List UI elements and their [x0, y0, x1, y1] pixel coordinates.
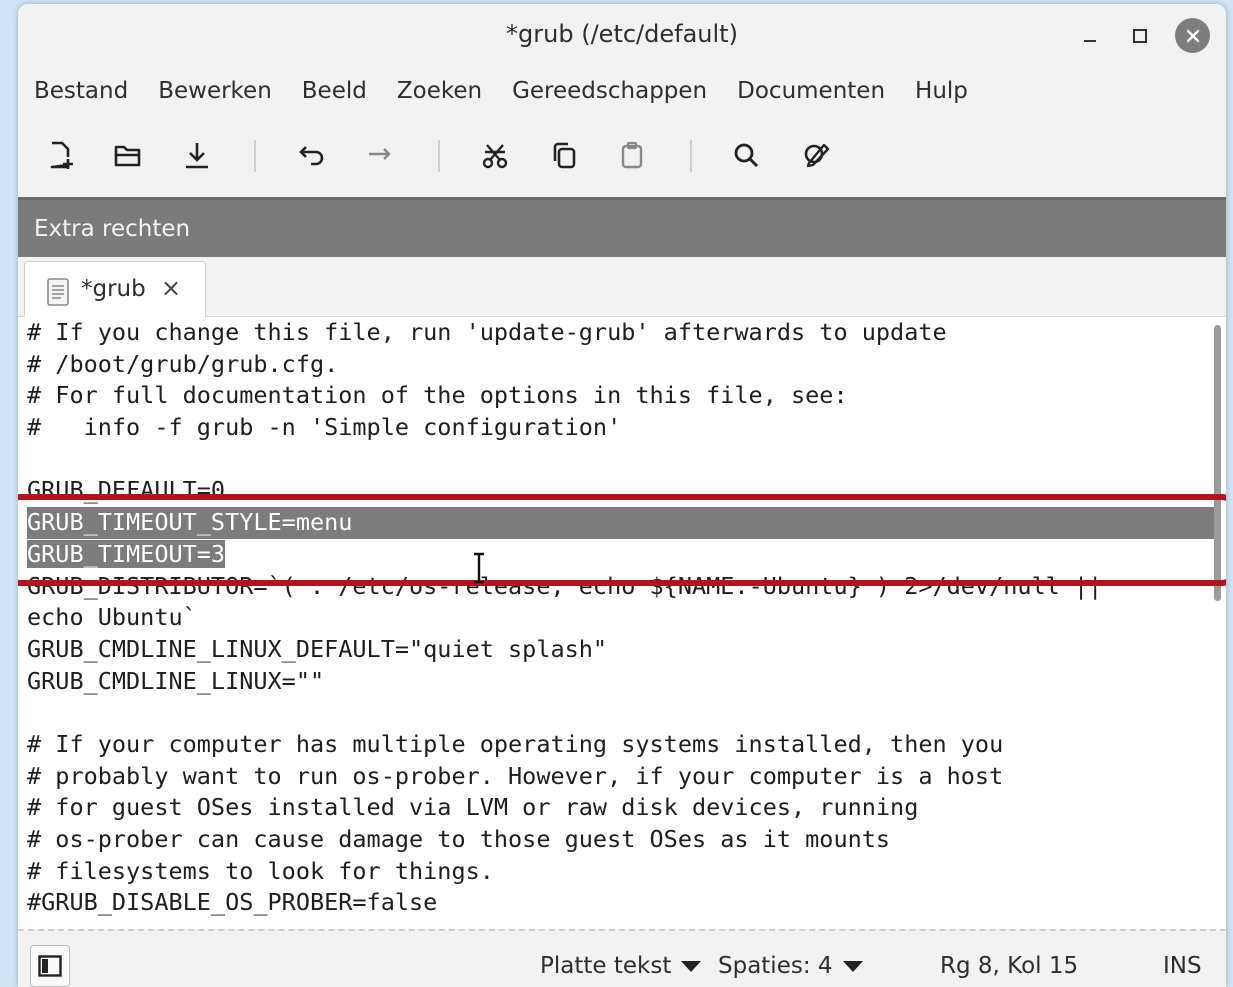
cut-icon: [482, 144, 508, 169]
minimize-button[interactable]: [1072, 18, 1108, 54]
document-icon: [47, 278, 69, 306]
cut-button[interactable]: [473, 132, 517, 178]
tab-strip: *grub ×: [18, 257, 1226, 318]
chevron-down-icon: [681, 961, 702, 972]
toolbar: [18, 132, 1226, 184]
paste-button[interactable]: [610, 132, 654, 178]
code-line: # If you change this file, run 'update-g…: [27, 318, 947, 346]
text-editor-area[interactable]: # If you change this file, run 'update-g…: [18, 317, 1226, 929]
toolbar-separator: [690, 140, 692, 172]
redo-button[interactable]: [358, 132, 402, 178]
save-button[interactable]: [175, 132, 219, 178]
replace-icon: [804, 143, 830, 168]
copy-button[interactable]: [542, 132, 586, 178]
side-panel-toggle-button[interactable]: [30, 945, 70, 987]
replace-button[interactable]: [794, 132, 838, 178]
code-content: # If you change this file, run 'update-g…: [27, 317, 1219, 919]
header-bar: *grub (/etc/default) Bestand Bewerken Be…: [18, 4, 1226, 200]
cursor-position[interactable]: Rg 8, Kol 15: [940, 953, 1078, 979]
maximize-button[interactable]: [1122, 18, 1158, 54]
insert-mode: INS: [1163, 953, 1202, 979]
menu-beeld[interactable]: Beeld: [302, 74, 367, 110]
close-icon: [1186, 29, 1199, 42]
infobar-label: Extra rechten: [34, 216, 191, 242]
annotation-highlight-box: [18, 494, 1226, 586]
menu-hulp[interactable]: Hulp: [915, 74, 968, 110]
status-bar: Platte tekst Spaties: 4 Rg 8, Kol 15 INS: [18, 929, 1226, 987]
tab-grub[interactable]: *grub ×: [24, 261, 206, 318]
redo-icon: [369, 148, 391, 160]
code-line: #GRUB_DISABLE_OS_PROBER=false: [27, 888, 438, 917]
privileges-infobar: Extra rechten: [18, 197, 1226, 257]
menu-zoeken[interactable]: Zoeken: [397, 74, 482, 110]
toolbar-separator: [438, 140, 440, 172]
menu-bar: Bestand Bewerken Beeld Zoeken Gereedscha…: [34, 74, 998, 110]
close-button[interactable]: [1175, 18, 1210, 53]
code-line: echo Ubuntu`: [27, 603, 197, 632]
toolbar-separator: [254, 140, 256, 172]
maximize-icon: [1133, 29, 1147, 43]
search-button[interactable]: [724, 132, 768, 178]
paste-icon: [621, 141, 643, 169]
new-document-icon: [50, 141, 73, 169]
new-document-button[interactable]: [38, 132, 82, 178]
text-editor-window: *grub (/etc/default) Bestand Bewerken Be…: [18, 4, 1226, 987]
text-cursor-icon: [474, 552, 484, 584]
tab-label: *grub: [81, 276, 146, 302]
open-folder-icon: [114, 145, 141, 167]
code-line: # info -f grub -n 'Simple configuration': [27, 413, 622, 442]
language-selector[interactable]: Platte tekst: [540, 953, 702, 979]
code-line: # os-prober can cause damage to those gu…: [27, 825, 891, 853]
menu-gereedschappen[interactable]: Gereedschappen: [512, 74, 707, 110]
save-download-icon: [186, 143, 208, 169]
tab-close-button[interactable]: ×: [161, 274, 181, 302]
code-line: GRUB_CMDLINE_LINUX="": [27, 666, 325, 695]
code-line: # For full documentation of the options …: [27, 381, 848, 410]
side-panel-icon: [38, 955, 62, 977]
menu-bewerken[interactable]: Bewerken: [158, 74, 272, 110]
code-line: GRUB_CMDLINE_LINUX_DEFAULT="quiet splash…: [27, 634, 608, 663]
undo-button[interactable]: [290, 132, 334, 178]
code-line: # probably want to run os-prober. Howeve…: [27, 761, 1004, 790]
code-line: # If your computer has multiple operatin…: [27, 729, 1004, 758]
chevron-down-icon: [842, 961, 863, 972]
window-title: *grub (/etc/default): [506, 20, 738, 48]
menu-documenten[interactable]: Documenten: [737, 74, 885, 110]
minimize-icon: [1084, 40, 1096, 42]
indent-selector[interactable]: Spaties: 4: [718, 953, 863, 979]
open-button[interactable]: [106, 132, 150, 178]
menu-bestand[interactable]: Bestand: [34, 74, 128, 110]
code-line: # for guest OSes installed via LVM or ra…: [27, 793, 919, 822]
undo-icon: [299, 146, 324, 166]
copy-icon: [553, 142, 576, 169]
code-line: # /boot/grub/grub.cfg.: [27, 349, 339, 378]
code-line: # filesystems to look for things.: [27, 856, 494, 885]
search-icon: [734, 143, 759, 168]
